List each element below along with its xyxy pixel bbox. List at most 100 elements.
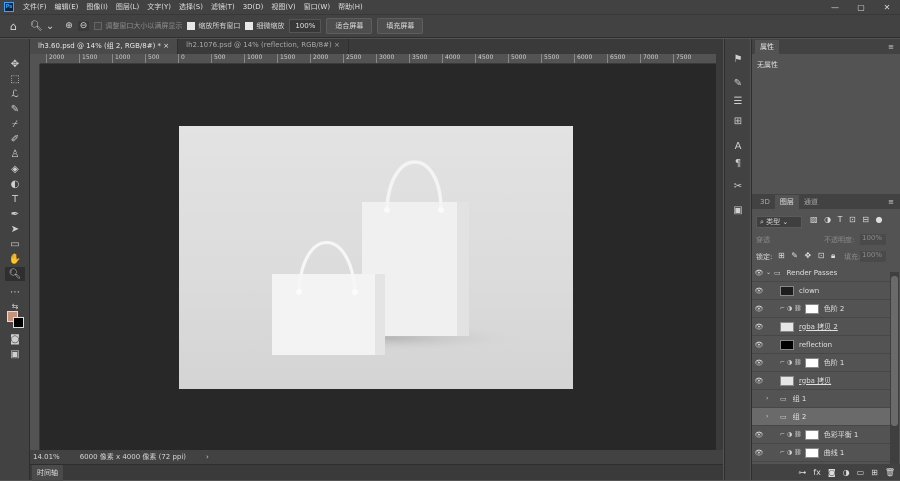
ruler-origin[interactable] <box>30 54 40 64</box>
home-icon[interactable]: ⌂ <box>10 20 17 33</box>
tab-timeline[interactable]: 时间轴 <box>32 465 63 481</box>
layer-thumbnail[interactable] <box>780 321 794 332</box>
layer-row[interactable]: 👁︎ ⌐ ◑ ⛓ 色阶 1 <box>752 354 890 372</box>
paragraph-icon[interactable]: ¶ <box>730 156 746 170</box>
pen-tool-icon[interactable]: ✒ <box>5 207 25 221</box>
menu-layer[interactable]: 图层(L) <box>112 2 143 12</box>
menu-select[interactable]: 选择(S) <box>175 2 207 12</box>
layer-row[interactable]: 👁︎ ⌐ ◑ ⛓ 色彩平衡 1 <box>752 426 890 444</box>
minimize-icon[interactable]: — <box>822 0 848 14</box>
tab-layers[interactable]: 图层 <box>774 194 799 209</box>
eraser-tool-icon[interactable]: ◈ <box>5 162 25 176</box>
hand-tool-icon[interactable]: ✋ <box>5 252 25 266</box>
zoom-level-field[interactable]: 100% <box>289 19 322 33</box>
menu-type[interactable]: 文字(Y) <box>143 2 175 12</box>
libraries-icon[interactable]: ▣ <box>730 203 746 217</box>
layer-mask-thumbnail[interactable] <box>804 447 819 458</box>
menu-view[interactable]: 视图(V) <box>267 2 299 12</box>
layer-row[interactable]: 👁︎ clown <box>752 282 890 300</box>
menu-image[interactable]: 图像(I) <box>82 2 112 12</box>
layers-scrollbar[interactable] <box>890 272 899 464</box>
zoom-in-icon[interactable]: ⊕ <box>65 21 73 31</box>
quick-mask-icon[interactable]: ◙ <box>5 332 25 346</box>
horizontal-ruler[interactable]: 2000 1500 1000 500 0 500 1000 1500 2000 2500 3000 3… <box>40 54 716 64</box>
close-icon[interactable]: ✕ <box>874 0 900 14</box>
canvas-vertical-scrollbar[interactable] <box>716 54 723 450</box>
clone-source-icon[interactable]: ⊞ <box>730 114 746 128</box>
zoom-tool-icon[interactable]: 🔍︎ <box>5 267 25 281</box>
menu-edit[interactable]: 编辑(E) <box>51 2 83 12</box>
layer-row[interactable]: › ▭ 组 1 <box>752 390 890 408</box>
fx-icon[interactable]: fx <box>813 468 821 477</box>
menu-window[interactable]: 窗口(W) <box>300 2 334 12</box>
panel-menu-icon[interactable]: ≡ <box>888 198 894 206</box>
marquee-tool-icon[interactable]: ⬚ <box>5 72 25 86</box>
quick-select-tool-icon[interactable]: ✎ <box>5 102 25 116</box>
lock-icons[interactable]: ⊞ ✎ ✥ ⊡ 🔒︎ <box>778 251 837 261</box>
zoom-out-icon[interactable]: ⊖ <box>77 21 90 31</box>
rectangle-tool-icon[interactable]: ▭ <box>5 237 25 251</box>
visibility-eye-icon[interactable]: 👁︎ <box>752 305 766 313</box>
layer-thumbnail[interactable] <box>780 375 794 386</box>
layer-mask-thumbnail[interactable] <box>804 357 819 368</box>
layer-row[interactable]: 👁︎ ⌄ ▭ Render Passes <box>752 264 890 282</box>
tab-3d[interactable]: 3D <box>755 196 775 208</box>
vertical-ruler[interactable] <box>30 64 40 450</box>
brush-tool-icon[interactable]: ✐ <box>5 132 25 146</box>
layer-row[interactable]: 👁︎ ⌐ ◑ ⛓ 色阶 2 <box>752 300 890 318</box>
new-layer-icon[interactable]: ⊞ <box>871 468 878 477</box>
add-mask-icon[interactable]: ◙ <box>828 468 836 477</box>
panel-menu-icon[interactable]: ≡ <box>888 43 894 51</box>
type-tool-icon[interactable]: T <box>5 192 25 206</box>
visibility-eye-icon[interactable]: 👁︎ <box>752 359 766 367</box>
move-tool-icon[interactable]: ✥ <box>5 57 25 71</box>
visibility-eye-icon[interactable]: 👁︎ <box>752 269 766 277</box>
status-zoom[interactable]: 14.01% <box>33 453 60 461</box>
menu-filter[interactable]: 滤镜(T) <box>207 2 239 12</box>
fill-screen-button[interactable]: 填充屏幕 <box>377 18 424 34</box>
menu-3d[interactable]: 3D(D) <box>239 3 268 11</box>
background-color-swatch[interactable] <box>13 317 24 328</box>
layer-row[interactable]: 👁︎ ⌐ ◑ ⛓ 曲线 1 <box>752 444 890 462</box>
fit-screen-button[interactable]: 适合屏幕 <box>326 18 373 34</box>
adjustments-icon[interactable]: ☰ <box>730 94 746 108</box>
layer-row[interactable]: 👁︎ rgba 拷贝 <box>752 372 890 390</box>
layer-thumbnail[interactable] <box>780 339 794 350</box>
new-group-icon[interactable]: ▭ <box>857 468 865 477</box>
fill-field[interactable]: 100% <box>860 251 886 262</box>
status-arrow-icon[interactable]: › <box>206 453 209 461</box>
resize-windows-checkbox[interactable]: 调整窗口大小以满屏显示 <box>94 21 182 31</box>
visibility-eye-icon[interactable]: 👁︎ <box>752 323 766 331</box>
trash-icon[interactable]: 🗑︎ <box>885 468 895 477</box>
layer-mask-thumbnail[interactable] <box>804 303 819 314</box>
layer-row[interactable]: › ▭ 组 2 <box>752 408 890 426</box>
adjustment-layer-icon[interactable]: ◑ <box>843 468 850 477</box>
zoom-all-windows-checkbox[interactable]: 缩放所有窗口 <box>187 21 240 31</box>
character-icon[interactable]: A <box>730 139 746 153</box>
brush-settings-icon[interactable]: ✎ <box>730 76 746 90</box>
scrubby-zoom-checkbox[interactable]: 细微缩放 <box>245 21 284 31</box>
menu-help[interactable]: 帮助(H) <box>334 2 367 12</box>
tab-properties[interactable]: 属性 <box>755 39 779 54</box>
layer-row[interactable]: 👁︎ rgba 拷贝 2 <box>752 318 890 336</box>
history-icon[interactable]: ⚑ <box>730 52 746 66</box>
close-tab-icon[interactable]: × <box>163 42 169 50</box>
stamp-tool-icon[interactable]: ♙ <box>5 147 25 161</box>
close-tab-icon[interactable]: × <box>334 41 340 49</box>
visibility-eye-icon[interactable]: 👁︎ <box>752 287 766 295</box>
visibility-eye-icon[interactable]: 👁︎ <box>752 377 766 385</box>
more-tools-icon[interactable]: ⋯ <box>5 285 25 299</box>
paint-bucket-tool-icon[interactable]: ◐ <box>5 177 25 191</box>
lasso-tool-icon[interactable]: ℒ <box>5 87 25 101</box>
tab-lh2[interactable]: lh2.1076.psd @ 14% (reflection, RGB/8#) … <box>178 39 349 54</box>
layer-row[interactable]: 👁︎ reflection <box>752 336 890 354</box>
visibility-eye-icon[interactable]: 👁︎ <box>752 341 766 349</box>
visibility-eye-icon[interactable]: 👁︎ <box>752 449 766 457</box>
path-select-tool-icon[interactable]: ➤ <box>5 222 25 236</box>
maximize-icon[interactable]: ▢ <box>848 0 874 14</box>
tools-preset-icon[interactable]: ✂ <box>730 179 746 193</box>
document-canvas[interactable] <box>179 126 573 389</box>
opacity-field[interactable]: 100% <box>860 234 886 245</box>
menu-file[interactable]: 文件(F) <box>19 2 51 12</box>
tab-lh3[interactable]: lh3.60.psd @ 14% (组 2, RGB/8#) * × <box>30 39 179 54</box>
